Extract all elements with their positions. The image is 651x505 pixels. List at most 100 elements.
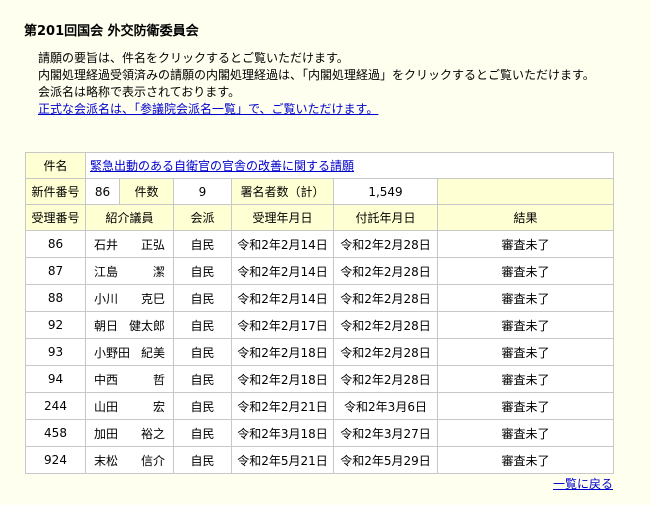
introducer-cell: 小野田 紀美	[85, 338, 174, 366]
table-row: 924 末松 信介 自民 令和2年5月21日 令和2年5月29日 審査未了	[25, 446, 615, 474]
header-referred-date: 付託年月日	[333, 204, 438, 231]
party-list-link[interactable]: 正式な会派名は、「参議院会派名一覧」で、ご覧いただけます。	[38, 102, 378, 116]
result: 審査未了	[436, 230, 615, 258]
intro-text: 請願の要旨は、件名をクリックするとご覧いただけます。 内閣処理経過受領済みの請願…	[38, 50, 628, 118]
introducer-cell: 加田 裕之	[85, 419, 174, 447]
party: 自民	[173, 419, 232, 447]
result: 審査未了	[436, 365, 615, 393]
introducer-surname: 末松	[94, 453, 119, 468]
introducer-given-name: 正弘	[140, 237, 165, 252]
signatures-value: 1,549	[333, 178, 438, 205]
party: 自民	[173, 365, 232, 393]
introducer-given-name: 紀美	[140, 345, 165, 360]
introducer-cell: 朝日 健太郎	[85, 311, 174, 339]
subject-label: 件名	[25, 152, 86, 179]
table-row: 86 石井 正弘 自民 令和2年2月14日 令和2年2月28日 審査未了	[25, 230, 615, 258]
result: 審査未了	[436, 392, 615, 420]
introducer-cell: 末松 信介	[85, 446, 174, 474]
introducer-given-name: 宏	[152, 399, 165, 414]
introducer-given-name: 潔	[152, 264, 165, 279]
intro-line-2: 内閣処理経過受領済みの請願の内閣処理経過は、「内閣処理経過」をクリックするとご覧…	[38, 68, 595, 82]
page-title: 第201回国会 外交防衛委員会	[24, 24, 199, 39]
receipt-no: 87	[25, 257, 86, 285]
table-row: 88 小川 克巳 自民 令和2年2月14日 令和2年2月28日 審査未了	[25, 284, 615, 312]
introducer-cell: 小川 克巳	[85, 284, 174, 312]
introducer-surname: 小野田	[94, 345, 131, 360]
referred-date: 令和2年2月28日	[333, 311, 438, 339]
header-receipt-no: 受理番号	[25, 204, 86, 231]
receipt-no: 924	[25, 446, 86, 474]
new-number-label: 新件番号	[25, 178, 86, 205]
introducer-surname: 加田	[94, 426, 119, 441]
result: 審査未了	[436, 284, 615, 312]
empty-cell	[436, 178, 615, 205]
received-date: 令和2年2月18日	[231, 338, 334, 366]
introducer-given-name: 健太郎	[128, 318, 165, 333]
party: 自民	[173, 446, 232, 474]
table-row: 92 朝日 健太郎 自民 令和2年2月17日 令和2年2月28日 審査未了	[25, 311, 615, 339]
new-number-value: 86	[85, 178, 120, 205]
result: 審査未了	[436, 311, 615, 339]
intro-line-1: 請願の要旨は、件名をクリックするとご覧いただけます。	[38, 51, 349, 65]
result: 審査未了	[436, 257, 615, 285]
receipt-no: 94	[25, 365, 86, 393]
intro-line-3: 会派名は略称で表示されております。	[38, 85, 241, 99]
received-date: 令和2年5月21日	[231, 446, 334, 474]
introducer-surname: 石井	[94, 237, 119, 252]
result: 審査未了	[436, 446, 615, 474]
count-label: 件数	[119, 178, 174, 205]
receipt-no: 86	[25, 230, 86, 258]
introducer-surname: 小川	[94, 291, 119, 306]
table-row: 244 山田 宏自民 令和2年2月21日 令和2年3月6日 審査未了	[25, 392, 615, 420]
party: 自民	[173, 284, 232, 312]
receipt-no: 458	[25, 419, 86, 447]
receipt-no: 93	[25, 338, 86, 366]
petition-subject-link[interactable]: 緊急出動のある自衛官の官舎の改善に関する請願	[90, 159, 354, 173]
receipt-no: 88	[25, 284, 86, 312]
introducer-cell: 石井 正弘	[85, 230, 174, 258]
header-introducer: 紹介議員	[85, 204, 174, 231]
introducer-cell: 中西 哲	[85, 365, 174, 393]
table-row: 93 小野田 紀美 自民 令和2年2月18日 令和2年2月28日 審査未了	[25, 338, 615, 366]
referred-date: 令和2年2月28日	[333, 284, 438, 312]
received-date: 令和2年2月21日	[231, 392, 334, 420]
introducer-given-name: 信介	[140, 453, 165, 468]
received-date: 令和2年2月14日	[231, 284, 334, 312]
table-row: 458 加田 裕之 自民 令和2年3月18日 令和2年3月27日 審査未了	[25, 419, 615, 447]
header-received-date: 受理年月日	[231, 204, 334, 231]
introducer-surname: 江島	[94, 264, 119, 279]
received-date: 令和2年2月18日	[231, 365, 334, 393]
petition-table: 件名 緊急出動のある自衛官の官舎の改善に関する請願 新件番号 86 件数 9 署…	[25, 152, 615, 474]
table-row: 87 江島 潔自民 令和2年2月14日 令和2年2月28日 審査未了	[25, 257, 615, 285]
introducer-cell: 山田 宏	[85, 392, 174, 420]
referred-date: 令和2年2月28日	[333, 338, 438, 366]
introducer-given-name: 克巳	[140, 291, 165, 306]
received-date: 令和2年2月14日	[231, 257, 334, 285]
referred-date: 令和2年3月27日	[333, 419, 438, 447]
referred-date: 令和2年2月28日	[333, 230, 438, 258]
receipt-no: 244	[25, 392, 86, 420]
table-row: 94 中西 哲自民 令和2年2月18日 令和2年2月28日 審査未了	[25, 365, 615, 393]
header-result: 結果	[436, 204, 615, 231]
signatures-label: 署名者数（計）	[231, 178, 334, 205]
party: 自民	[173, 392, 232, 420]
back-to-list-link[interactable]: 一覧に戻る	[553, 477, 613, 491]
received-date: 令和2年2月14日	[231, 230, 334, 258]
party: 自民	[173, 257, 232, 285]
introducer-cell: 江島 潔	[85, 257, 174, 285]
introducer-surname: 中西	[94, 372, 119, 387]
referred-date: 令和2年2月28日	[333, 257, 438, 285]
introducer-surname: 山田	[94, 399, 119, 414]
introducer-surname: 朝日	[94, 318, 119, 333]
result: 審査未了	[436, 338, 615, 366]
referred-date: 令和2年2月28日	[333, 365, 438, 393]
header-party: 会派	[173, 204, 232, 231]
referred-date: 令和2年3月6日	[333, 392, 438, 420]
count-value: 9	[173, 178, 232, 205]
result: 審査未了	[436, 419, 615, 447]
referred-date: 令和2年5月29日	[333, 446, 438, 474]
introducer-given-name: 裕之	[140, 426, 165, 441]
received-date: 令和2年3月18日	[231, 419, 334, 447]
receipt-no: 92	[25, 311, 86, 339]
party: 自民	[173, 338, 232, 366]
